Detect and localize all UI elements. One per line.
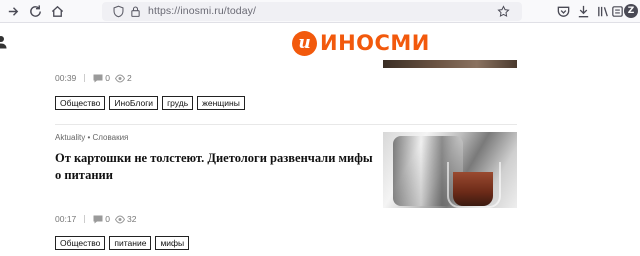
library-icon[interactable] [596,4,611,19]
shield-icon[interactable] [112,5,125,18]
forward-icon[interactable] [6,4,21,19]
url-bar[interactable]: https://inosmi.ru/today/ [102,2,522,21]
tag-pitanie[interactable]: питание [109,236,152,250]
logo-mark: и [292,30,317,56]
views-value: 2 [127,73,132,83]
logo-text: ИНОСМИ [320,31,430,55]
eye-icon [115,214,126,224]
lock-icon[interactable] [129,5,142,18]
article-card: 00:39 0 2 Общество ИноБлоги грудь женщин… [55,60,517,124]
tag-inoblogi[interactable]: ИноБлоги [109,96,159,110]
views-value: 32 [127,214,137,224]
comment-icon [93,74,103,83]
article-rubric[interactable]: Aktuality • Словакия [55,133,128,142]
comments-count[interactable]: 0 [93,214,110,224]
comment-icon [93,215,103,224]
home-icon[interactable] [50,4,65,19]
tag-list: Общество питание мифы [55,236,190,250]
views-count: 2 [115,73,132,83]
meta-divider [84,74,86,82]
tag-obshchestvo[interactable]: Общество [55,96,106,110]
article-thumbnail[interactable] [383,60,517,68]
meta-divider [84,215,86,223]
article-thumbnail[interactable] [383,132,517,208]
site-header: и ИНОСМИ [0,24,640,60]
views-count: 32 [115,214,136,224]
tag-zhenshchiny[interactable]: женщины [197,96,245,110]
tag-grud[interactable]: грудь [162,96,194,110]
browser-toolbar: https://inosmi.ru/today/ Z [0,0,640,23]
publish-time: 00:17 [55,214,77,224]
site-logo[interactable]: и ИНОСМИ [292,30,430,56]
reload-icon[interactable] [28,4,43,19]
article-card: Aktuality • Словакия От картошки не толс… [55,124,517,256]
thumbnail-cup-shape [447,162,501,208]
tag-obshchestvo[interactable]: Общество [55,236,106,250]
url-text[interactable]: https://inosmi.ru/today/ [148,5,256,17]
eye-icon [115,73,126,83]
article-meta: 00:17 0 32 [55,214,136,224]
download-icon[interactable] [576,4,591,19]
comments-count[interactable]: 0 [93,73,110,83]
reader-icon[interactable] [610,4,625,19]
comments-value: 0 [105,73,111,83]
star-icon[interactable] [497,5,510,18]
article-meta: 00:39 0 2 [55,73,132,83]
tag-mify[interactable]: мифы [155,236,190,250]
pocket-icon[interactable] [556,4,571,19]
tag-list: Общество ИноБлоги грудь женщины [55,96,245,110]
user-icon[interactable] [0,35,7,49]
comments-value: 0 [105,214,111,224]
publish-time: 00:39 [55,73,77,83]
profile-avatar[interactable]: Z [624,4,638,18]
article-headline[interactable]: От картошки не толстеют. Диетологи разве… [55,150,373,184]
